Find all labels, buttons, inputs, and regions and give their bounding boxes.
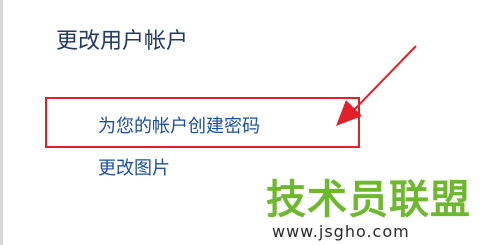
annotation-highlight-box [45,97,360,148]
panel-left-border [0,0,3,245]
change-picture-link[interactable]: 更改图片 [98,156,170,182]
panel-title: 更改用户帐户 [56,29,189,54]
watermark-url: www.jsgho.com [272,222,410,241]
control-panel-page: 更改用户帐户 为您的帐户创建密码 更改图片 技术员联盟 www.jsgho.co… [0,0,500,245]
watermark-logo: 技术员联盟 [266,177,471,223]
